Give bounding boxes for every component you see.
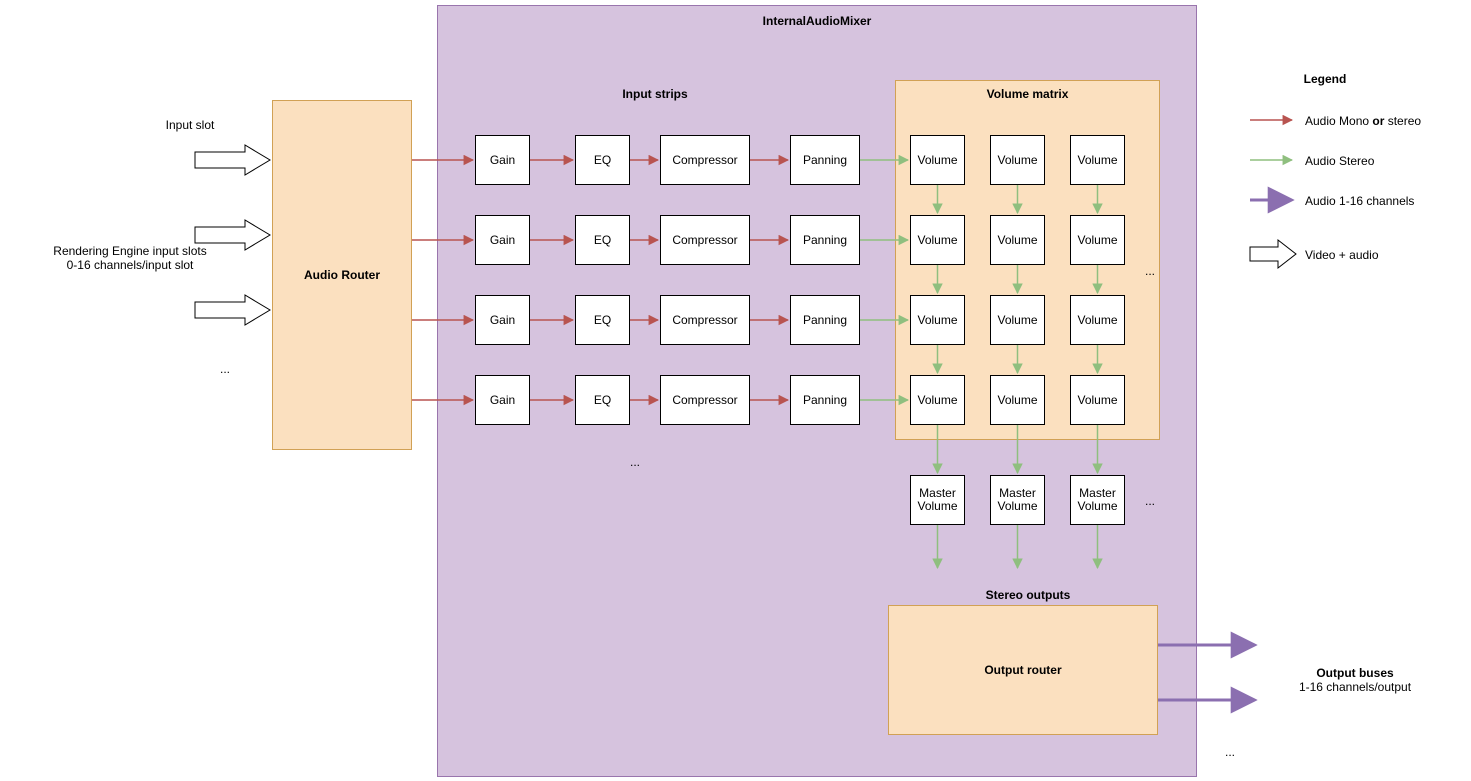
rendering-engine-line1: Rendering Engine input slots (53, 244, 206, 258)
volume-box: Volume (1070, 375, 1125, 425)
master-ellipsis: ... (1140, 494, 1160, 508)
volume-box: Volume (1070, 295, 1125, 345)
eq-box: EQ (575, 215, 630, 265)
volume-box: Volume (990, 295, 1045, 345)
panning-box: Panning (790, 135, 860, 185)
volume-box: Volume (990, 135, 1045, 185)
legend-mono-stereo: Audio Mono or stereo (1305, 114, 1465, 128)
volume-matrix-ellipsis: ... (1140, 264, 1160, 278)
compressor-box: Compressor (660, 295, 750, 345)
volume-box: Volume (910, 135, 965, 185)
output-ellipsis: ... (1220, 745, 1240, 759)
gain-box: Gain (475, 215, 530, 265)
audio-router-box: Audio Router (272, 100, 412, 450)
compressor-box: Compressor (660, 215, 750, 265)
master-volume-box: MasterVolume (990, 475, 1045, 525)
eq-box: EQ (575, 135, 630, 185)
gain-box: Gain (475, 295, 530, 345)
legend-multi: Audio 1-16 channels (1305, 194, 1465, 208)
panning-box: Panning (790, 295, 860, 345)
panning-box: Panning (790, 375, 860, 425)
volume-box: Volume (1070, 215, 1125, 265)
input-strips-label: Input strips (580, 87, 730, 101)
eq-box: EQ (575, 375, 630, 425)
input-slot-label: Input slot (150, 118, 230, 132)
volume-box: Volume (990, 215, 1045, 265)
stereo-outputs-label: Stereo outputs (968, 588, 1088, 602)
legend-title: Legend (1285, 72, 1365, 86)
output-buses-line1: Output buses (1316, 666, 1393, 680)
master-volume-box: MasterVolume (1070, 475, 1125, 525)
gain-box: Gain (475, 375, 530, 425)
volume-box: Volume (910, 375, 965, 425)
volume-box: Volume (910, 295, 965, 345)
strips-ellipsis: ... (620, 455, 650, 469)
legend-video-audio: Video + audio (1305, 248, 1465, 262)
volume-box: Volume (910, 215, 965, 265)
gain-box: Gain (475, 135, 530, 185)
volume-box: Volume (1070, 135, 1125, 185)
volume-matrix-label: Volume matrix (895, 87, 1160, 101)
volume-box: Volume (990, 375, 1045, 425)
input-ellipsis: ... (210, 362, 240, 376)
output-buses-line2: 1-16 channels/output (1299, 680, 1411, 694)
output-router-box: Output router (888, 605, 1158, 735)
master-volume-box: MasterVolume (910, 475, 965, 525)
eq-box: EQ (575, 295, 630, 345)
rendering-engine-label: Rendering Engine input slots 0-16 channe… (35, 244, 225, 272)
compressor-box: Compressor (660, 375, 750, 425)
legend-stereo: Audio Stereo (1305, 154, 1465, 168)
mixer-title: InternalAudioMixer (437, 14, 1197, 28)
panning-box: Panning (790, 215, 860, 265)
rendering-engine-line2: 0-16 channels/input slot (67, 258, 194, 272)
compressor-box: Compressor (660, 135, 750, 185)
output-buses-label: Output buses 1-16 channels/output (1275, 666, 1435, 694)
